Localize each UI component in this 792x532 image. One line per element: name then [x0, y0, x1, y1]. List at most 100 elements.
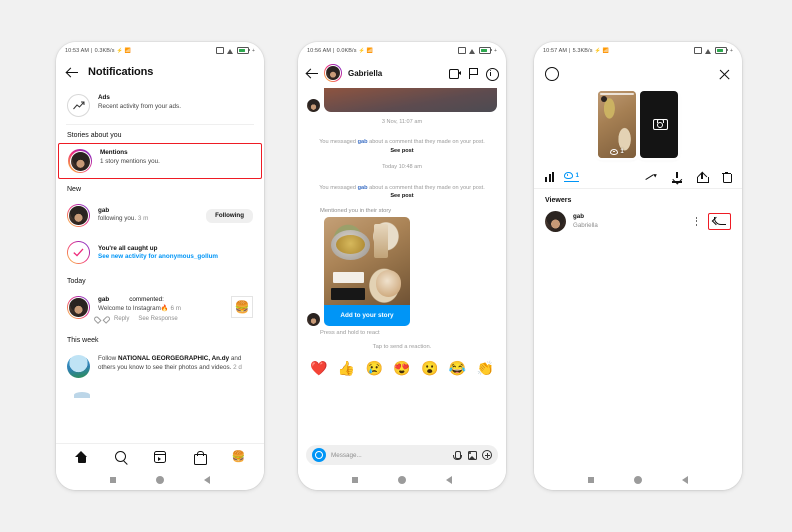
partial-next-avatar: [74, 392, 90, 399]
message-input[interactable]: Message...: [331, 452, 447, 459]
avatar: [545, 211, 566, 232]
add-to-your-story-button[interactable]: Add to your story: [324, 305, 410, 327]
notification-caught-up[interactable]: You're all caught up See new activity fo…: [56, 234, 264, 271]
system-message-2: You messaged gab about a comment that th…: [298, 178, 506, 207]
gallery-icon[interactable]: [467, 450, 477, 460]
close-icon[interactable]: [718, 68, 731, 81]
reaction-laugh[interactable]: 😂: [449, 360, 466, 377]
bar-chart-icon[interactable]: [545, 172, 555, 182]
video-camera-icon[interactable]: [449, 68, 461, 79]
dm-avatar-ring[interactable]: [324, 64, 342, 82]
home-button[interactable]: [156, 476, 164, 484]
story-toolbar: 1: [534, 166, 742, 189]
follower-text: following you. 3 m: [98, 215, 198, 224]
reels-icon[interactable]: [153, 451, 166, 464]
ads-trend-icon: [67, 94, 90, 117]
viewer-username: gab: [573, 213, 585, 221]
see-response-link[interactable]: See Response: [138, 316, 177, 323]
ads-subtitle: Recent activity from your ads.: [98, 102, 181, 110]
conversation-title: Gabriella: [348, 68, 383, 78]
reaction-thumbs-up[interactable]: 👍: [338, 360, 355, 377]
reply-arrow-icon[interactable]: [711, 216, 726, 227]
status-plus: +: [729, 47, 733, 54]
story-ring-icon[interactable]: [545, 67, 559, 81]
reaction-clap[interactable]: 👏: [477, 360, 494, 377]
mentions-subtitle: 1 story mentions you.: [100, 157, 160, 165]
back-button[interactable]: [682, 476, 688, 484]
viewers-tab[interactable]: 1: [564, 172, 579, 182]
wifi-icon: [468, 48, 476, 54]
trash-icon[interactable]: [722, 171, 732, 184]
status-time: 10:57 AM: [543, 47, 568, 54]
follow-action: following you.: [98, 215, 137, 223]
home-icon[interactable]: [75, 450, 88, 464]
status-separator: |: [91, 47, 93, 54]
phone-1-notifications: 10:53 AM | 0.3KB/s ⚡ 📶 + Notifications A…: [56, 42, 264, 490]
eye-icon: [564, 172, 573, 179]
notification-suggestion[interactable]: Follow NATIONAL GEORGEGRAPHIC, An.dy and…: [56, 348, 264, 385]
recents-button[interactable]: [352, 477, 358, 483]
notification-follow[interactable]: gab following you. 3 m Following: [56, 197, 264, 234]
avatar: [69, 298, 88, 317]
message-composer[interactable]: Message...: [306, 445, 498, 465]
plus-circle-icon[interactable]: [482, 450, 492, 460]
see-post-link-2[interactable]: See post: [390, 193, 413, 199]
notification-ads[interactable]: Ads Recent activity from your ads.: [56, 87, 264, 124]
download-icon[interactable]: [672, 171, 683, 184]
microphone-icon[interactable]: [452, 450, 463, 460]
caught-up-link[interactable]: See new activity for anonymous_gollum: [98, 253, 253, 260]
back-arrow-icon[interactable]: [67, 67, 78, 78]
bluetooth-icon: ⚡: [358, 47, 365, 54]
recents-button[interactable]: [588, 477, 594, 483]
home-button[interactable]: [634, 476, 642, 484]
status-network-speed: 0.3KB/s: [94, 47, 115, 54]
trending-up-icon[interactable]: [646, 173, 657, 182]
following-button[interactable]: Following: [206, 208, 253, 223]
battery-icon: [714, 47, 728, 54]
search-icon[interactable]: [114, 451, 128, 465]
flag-icon[interactable]: [467, 67, 479, 79]
info-icon[interactable]: [485, 67, 499, 81]
reply-link[interactable]: Reply: [114, 316, 129, 323]
android-nav-bar: [298, 470, 506, 490]
back-button[interactable]: [446, 476, 452, 484]
sys2-username[interactable]: gab: [358, 185, 368, 191]
comment-text: Welcome to Instagram🔥: [98, 304, 169, 312]
reaction-surprised[interactable]: 😮: [421, 360, 438, 377]
notification-mentions[interactable]: Mentions 1 story mentions you.: [59, 144, 261, 178]
recents-button[interactable]: [110, 477, 116, 483]
story-preview-clip[interactable]: [324, 88, 497, 112]
notification-comment[interactable]: gab commented: Welcome to Instagram🔥 6 m…: [56, 289, 264, 330]
system-message-1: You messaged gab about a comment that th…: [298, 132, 506, 161]
camera-icon[interactable]: [312, 448, 326, 462]
back-arrow-icon[interactable]: [307, 68, 318, 79]
comment-post-thumbnail[interactable]: 🍔: [231, 296, 253, 318]
story-thumbnail[interactable]: 1: [598, 91, 636, 158]
share-icon[interactable]: [697, 171, 709, 183]
comment-avatar-ring: [67, 296, 90, 319]
shop-icon[interactable]: [193, 450, 207, 465]
caught-up-ring: [67, 241, 90, 264]
story-card[interactable]: Add to your story: [324, 217, 410, 327]
story-view-count: 1: [598, 149, 636, 155]
avatar: [326, 66, 340, 80]
see-post-link-1[interactable]: See post: [390, 148, 413, 154]
reaction-cry[interactable]: 😢: [366, 360, 383, 377]
message-date-1: 3 Nov, 11:07 am: [381, 119, 423, 125]
add-story-tile[interactable]: [640, 91, 678, 158]
sys1-username[interactable]: gab: [358, 139, 368, 145]
viewer-row[interactable]: gab Gabriella: [534, 209, 742, 234]
kebab-menu-icon[interactable]: [692, 216, 701, 227]
phone-2-direct-message: 10:56 AM | 0.0KB/s ⚡ 📶 + Gabriella 3 Nov…: [298, 42, 506, 490]
home-button[interactable]: [398, 476, 406, 484]
wifi-icon: [704, 48, 712, 54]
back-button[interactable]: [204, 476, 210, 484]
previous-story-bubble[interactable]: [298, 88, 506, 112]
reaction-heart[interactable]: ❤️: [310, 360, 327, 377]
status-bar: 10:56 AM | 0.0KB/s ⚡ 📶 +: [298, 42, 506, 59]
mentions-avatar-ring: [68, 149, 92, 173]
profile-avatar[interactable]: 🍔: [232, 451, 246, 464]
notifications-header: Notifications: [56, 59, 264, 87]
like-heart-icon[interactable]: [98, 316, 105, 323]
reaction-heart-eyes[interactable]: 😍: [393, 360, 410, 377]
